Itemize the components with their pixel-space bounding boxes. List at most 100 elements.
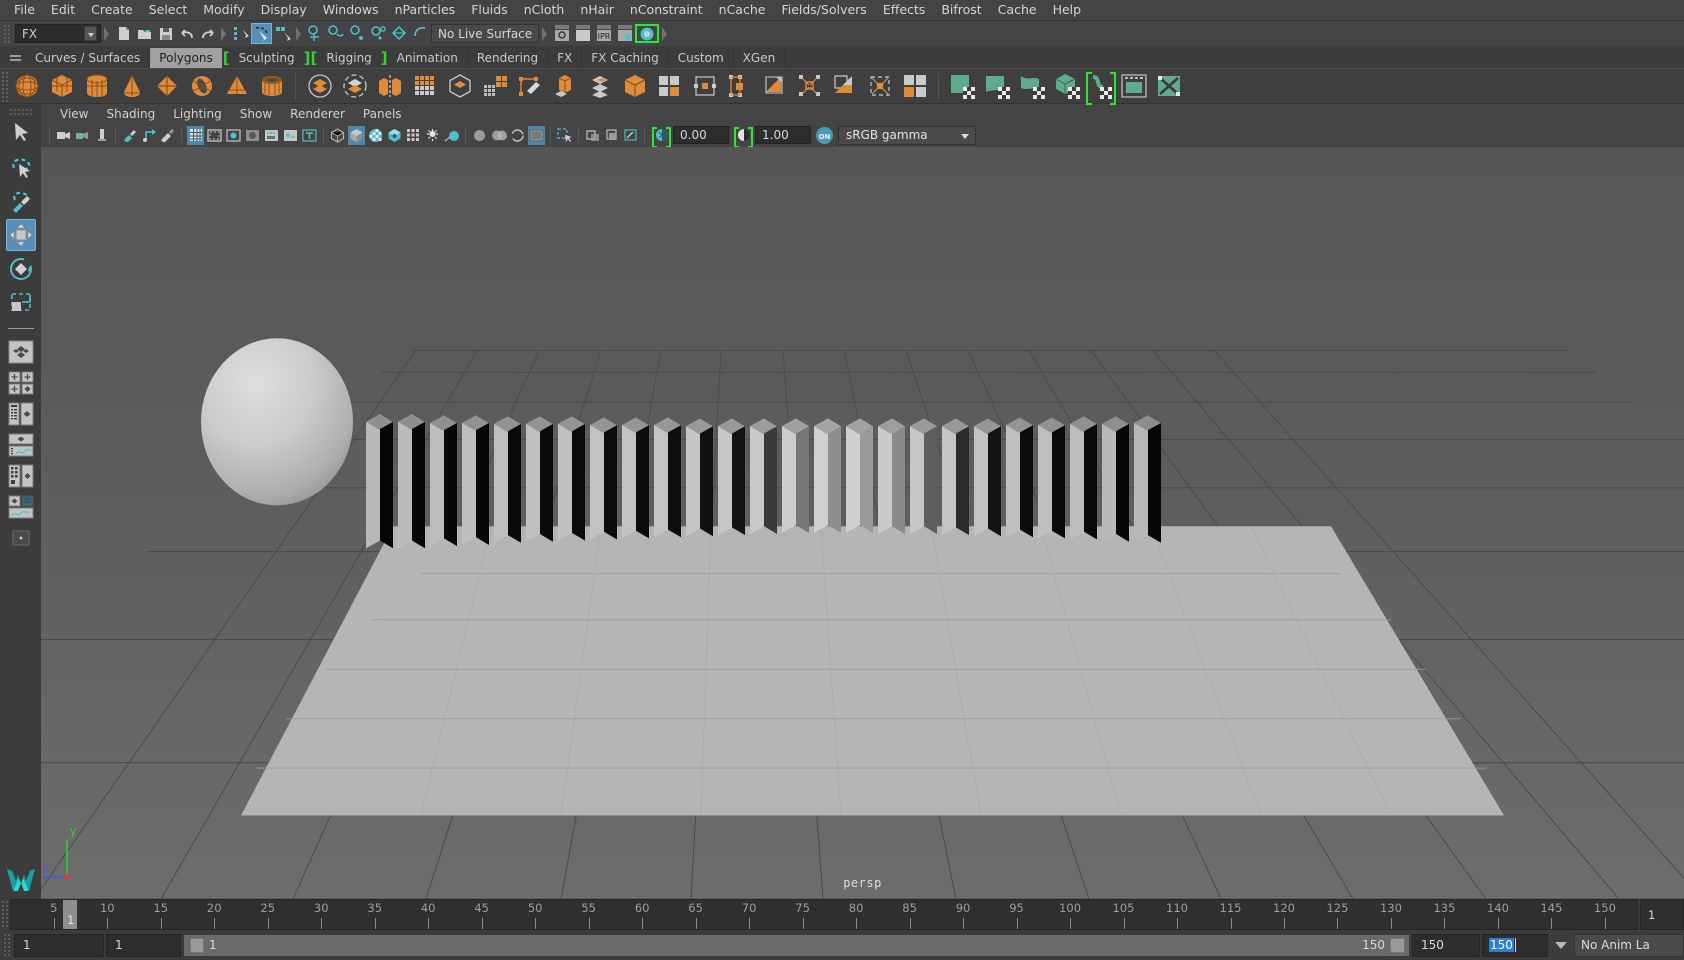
shadows-icon[interactable] (424, 126, 441, 145)
hypershade-icon[interactable] (635, 23, 660, 44)
statusline-divider-4[interactable] (539, 23, 551, 45)
snap-to-point-icon[interactable] (347, 23, 368, 44)
range-slider-right-handle[interactable] (1390, 937, 1405, 953)
detach-icon[interactable] (793, 70, 826, 103)
tab-polygons[interactable]: Polygons (150, 48, 223, 68)
wedge-icon[interactable] (688, 70, 721, 103)
select-camera-icon[interactable] (55, 126, 72, 145)
ipr-render-icon[interactable] (572, 23, 593, 44)
gamma-icon[interactable] (734, 126, 753, 148)
shelf-grip[interactable] (0, 70, 9, 102)
snap-to-curve-icon[interactable] (326, 23, 347, 44)
more-layouts-icon[interactable] (4, 524, 38, 552)
poly-cone-icon[interactable] (115, 70, 148, 103)
use-all-lights-icon[interactable] (405, 126, 422, 145)
new-scene-icon[interactable] (113, 23, 134, 44)
gate-mask-icon[interactable] (244, 126, 261, 145)
poly-torus-icon[interactable] (185, 70, 218, 103)
duplicate-face-icon[interactable] (723, 70, 756, 103)
statusline-divider-5[interactable] (659, 23, 671, 45)
xray-icon[interactable] (556, 126, 573, 145)
tab-curves-surfaces[interactable]: Curves / Surfaces (26, 48, 151, 68)
menu-display[interactable]: Display (253, 0, 315, 20)
make-live-icon[interactable] (410, 23, 431, 44)
scale-tool-icon[interactable] (6, 287, 36, 319)
lasso-select-tool-icon[interactable] (6, 151, 36, 183)
film-gate-icon[interactable] (206, 126, 223, 145)
move-tool-icon[interactable] (5, 219, 36, 251)
viewport-menu-renderer[interactable]: Renderer (281, 105, 354, 123)
anim-start-field[interactable]: 1 (14, 933, 104, 957)
viewport-menu-panels[interactable]: Panels (354, 105, 411, 123)
tab-fx-caching[interactable]: FX Caching (582, 48, 669, 68)
ncloth-cache-icon[interactable] (1118, 70, 1151, 103)
statusline-grip[interactable] (2, 22, 11, 45)
ncloth-create-icon[interactable] (946, 70, 979, 103)
render-settings-icon[interactable] (614, 23, 635, 44)
menu-nhair[interactable]: nHair (572, 0, 622, 20)
tab-sculpting[interactable]: Sculpting (229, 48, 304, 68)
xray-active-components-icon[interactable] (603, 126, 620, 145)
time-ruler[interactable]: 1 5 10 15 20 25 30 35 40 45 50 55 60 65 70 75 80 85 90 95 1… (10, 899, 1638, 930)
bevel-icon[interactable] (583, 70, 616, 103)
open-scene-icon[interactable] (134, 23, 155, 44)
menuset-dropdown[interactable]: FX (15, 24, 101, 43)
resolution-gate-icon[interactable] (225, 126, 242, 145)
menu-help[interactable]: Help (1045, 0, 1090, 20)
view-transform-dropdown[interactable]: sRGB gamma (838, 125, 976, 145)
poly-cylinder-icon[interactable] (80, 70, 113, 103)
tab-rendering[interactable]: Rendering (467, 48, 549, 68)
mirror-geometry-icon[interactable] (373, 70, 406, 103)
wireframe-icon[interactable] (329, 126, 346, 145)
shelf-menu-icon[interactable] (4, 48, 26, 68)
single-perspective-layout-icon[interactable] (4, 338, 38, 366)
snap-to-grid-icon[interactable] (305, 23, 326, 44)
ncloth-passive-icon[interactable] (981, 70, 1014, 103)
connect-icon[interactable] (758, 70, 791, 103)
motion-blur-icon[interactable] (471, 126, 488, 145)
tab-rigging[interactable]: Rigging (317, 48, 381, 68)
quadrangulate-icon[interactable] (898, 70, 931, 103)
perspective-viewport[interactable]: y z persp (41, 147, 1684, 899)
range-slider-left-handle[interactable] (190, 937, 204, 953)
select-tool-icon[interactable] (6, 117, 36, 149)
bridge-icon[interactable] (618, 70, 651, 103)
snap-to-projected-center-icon[interactable] (368, 23, 389, 44)
anim-end-field[interactable]: 150 (1482, 933, 1548, 957)
redo-icon[interactable] (197, 23, 218, 44)
undo-icon[interactable] (176, 23, 197, 44)
ncloth-collider-icon[interactable] (1016, 70, 1049, 103)
render-current-frame-icon[interactable] (551, 23, 572, 44)
textured-icon[interactable] (386, 126, 403, 145)
toolbox-grip[interactable] (7, 107, 34, 115)
viewport-menu-view[interactable]: View (51, 105, 97, 123)
menu-select[interactable]: Select (141, 0, 196, 20)
poly-plane-icon[interactable] (150, 70, 183, 103)
statusline-divider-1[interactable] (101, 23, 113, 45)
menu-nparticles[interactable]: nParticles (387, 0, 464, 20)
paint-effects-icon[interactable] (121, 126, 138, 145)
exposure-icon[interactable] (652, 126, 671, 148)
menu-create[interactable]: Create (83, 0, 141, 20)
statusline-divider-3[interactable] (293, 23, 305, 45)
reduce-icon[interactable] (478, 70, 511, 103)
anim-layer-dropdown[interactable]: No Anim La (1574, 933, 1684, 957)
tab-xgen[interactable]: XGen (733, 48, 786, 68)
wireframe-on-shaded-icon[interactable] (367, 126, 384, 145)
outliner-persp-layout-icon[interactable] (4, 400, 38, 428)
render-sequence-icon[interactable]: IPR (593, 23, 614, 44)
exposure-toggle-icon[interactable] (282, 126, 299, 145)
current-frame-field[interactable]: 1 (1640, 899, 1684, 930)
time-slider-grip[interactable] (0, 899, 10, 928)
isolate-select-icon[interactable] (528, 125, 545, 145)
ncloth-remove-icon[interactable] (1153, 70, 1186, 103)
viewport-menu-shading[interactable]: Shading (97, 105, 164, 123)
viewport-menu-lighting[interactable]: Lighting (164, 105, 231, 123)
persp-outliner-graph-layout-icon[interactable] (4, 493, 38, 521)
image-plane-icon[interactable] (93, 126, 110, 145)
extract-icon[interactable] (828, 70, 861, 103)
ncloth-constraint-icon[interactable] (1086, 70, 1116, 105)
multisample-icon[interactable] (490, 126, 507, 145)
menu-fields-solvers[interactable]: Fields/Solvers (773, 0, 874, 20)
append-polygon-icon[interactable] (653, 70, 686, 103)
